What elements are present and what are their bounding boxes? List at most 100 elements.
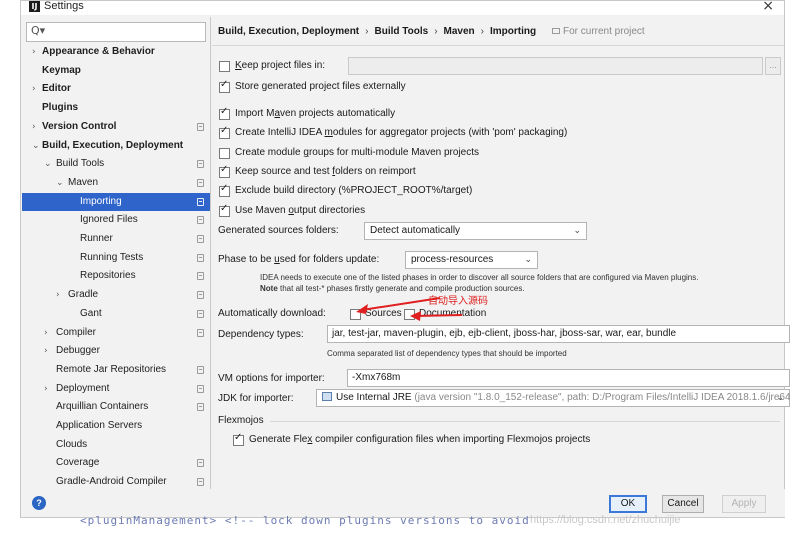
phase-select[interactable]: process-resources ⌄	[405, 251, 538, 269]
settings-window: IJ Settings × Q▾ › Appearance & Behavior K…	[20, 0, 790, 518]
jdk-detail: (java version "1.8.0_152-release", path:…	[414, 392, 790, 403]
close-button[interactable]: ×	[762, 0, 774, 14]
sidebar-item-label: Application Servers	[56, 420, 143, 431]
exclude-build-label: Exclude build directory (%PROJECT_ROOT%/…	[235, 185, 473, 196]
flexmojos-divider	[270, 421, 780, 422]
dep-types-label: Dependency types:	[218, 329, 304, 340]
breadcrumb-item: Build Tools	[374, 26, 429, 37]
project-settings-icon	[197, 122, 204, 131]
sidebar-item-running-tests[interactable]: Running Tests	[22, 249, 210, 267]
sidebar-item-coverage[interactable]: Coverage	[22, 454, 210, 472]
documentation-checkbox[interactable]	[404, 309, 415, 320]
sidebar-item-clouds[interactable]: Clouds	[22, 436, 210, 454]
chevron-down-icon[interactable]: ⌄	[32, 137, 40, 155]
scope-label: For current project	[552, 26, 645, 37]
search-box[interactable]: Q▾	[26, 22, 206, 42]
browse-button[interactable]: ...	[765, 57, 781, 75]
module-groups-checkbox[interactable]	[219, 148, 230, 159]
chevron-down-icon[interactable]: ⌄	[56, 174, 64, 192]
sidebar-item-debugger[interactable]: › Debugger	[22, 342, 210, 360]
ok-button[interactable]: OK	[609, 495, 647, 513]
jdk-select[interactable]: Use Internal JRE (java version "1.8.0_15…	[316, 389, 790, 407]
sidebar-item-plugins[interactable]: Plugins	[22, 99, 210, 117]
exclude-build-checkbox[interactable]	[219, 183, 230, 197]
sidebar-item-label: Repositories	[80, 270, 136, 282]
importing-panel: Build, Execution, Deployment › Build Tools…	[212, 17, 790, 489]
sidebar-item-label: Appearance & Behavior	[42, 46, 155, 57]
dep-types-field[interactable]: jar, test-jar, maven-plugin, ejb, ejb-cl…	[327, 325, 790, 343]
sidebar-item-application-servers[interactable]: Application Servers	[22, 417, 210, 435]
vm-options-label: VM options for importer:	[218, 373, 325, 384]
sources-checkbox[interactable]	[350, 309, 361, 320]
sidebar-item-keymap[interactable]: Keymap	[22, 62, 210, 80]
breadcrumb-item: Build, Execution, Deployment	[218, 26, 360, 37]
sidebar-item-build-tools[interactable]: ⌄ Build Tools	[22, 155, 210, 173]
apply-button[interactable]: Apply	[722, 495, 766, 513]
sidebar-item-arquillian-containers[interactable]: Arquillian Containers	[22, 398, 210, 416]
sidebar-item-ignored-files[interactable]: Ignored Files	[22, 211, 210, 229]
chevron-right-icon[interactable]: ›	[44, 342, 48, 360]
flexmojos-checkbox[interactable]	[233, 432, 244, 446]
chevron-down-icon[interactable]: ⌄	[44, 155, 52, 173]
sidebar-item-editor[interactable]: › Editor	[22, 80, 210, 98]
project-settings-icon	[197, 459, 204, 468]
project-settings-icon	[197, 160, 204, 169]
project-files-path-field[interactable]	[348, 57, 763, 75]
sidebar-item-gant[interactable]: Gant	[22, 305, 210, 323]
chevron-right-icon[interactable]: ›	[56, 286, 60, 304]
sidebar-item-label: Clouds	[56, 438, 88, 450]
phase-value: process-resources	[411, 254, 494, 265]
sidebar-item-label: Plugins	[42, 102, 79, 114]
sidebar-item-runner[interactable]: Runner	[22, 230, 210, 248]
project-settings-icon	[197, 328, 204, 337]
search-input[interactable]	[49, 25, 199, 39]
sidebar-item-deployment[interactable]: › Deployment	[22, 380, 210, 398]
create-modules-checkbox[interactable]	[219, 125, 230, 139]
project-settings-icon	[197, 197, 204, 206]
sidebar-item-build-execution-deployment[interactable]: ⌄ Build, Execution, Deployment	[22, 137, 210, 155]
sidebar-item-label: Runner	[80, 233, 113, 244]
intellij-icon: IJ	[29, 1, 40, 12]
sidebar-item-label: Arquillian Containers	[56, 401, 149, 413]
sidebar-item-compiler[interactable]: › Compiler	[22, 324, 210, 342]
chevron-right-icon[interactable]: ›	[32, 43, 36, 61]
watermark: https://blog.csdn.net/zhuchuijie	[530, 514, 681, 526]
sidebar-item-maven[interactable]: ⌄ Maven	[22, 174, 210, 192]
import-auto-checkbox[interactable]	[219, 106, 230, 120]
keep-source-checkbox[interactable]	[219, 164, 230, 178]
use-output-checkbox[interactable]	[219, 203, 230, 217]
gen-sources-label: Generated sources folders:	[218, 225, 339, 236]
flexmojos-label: Generate Flex compiler configuration fil…	[249, 434, 591, 445]
gen-sources-select[interactable]: Detect automatically ⌄	[364, 222, 587, 240]
sidebar-item-appearance-behavior[interactable]: › Appearance & Behavior	[22, 43, 210, 61]
phase-label: Phase to be used for folders update:	[218, 254, 380, 265]
annotation-text: 自动导入源码	[428, 296, 488, 307]
sidebar-item-label: Debugger	[56, 345, 100, 357]
sidebar-item-label: Remote Jar Repositories	[56, 363, 167, 375]
sources-label: Sources	[365, 308, 402, 319]
sidebar-item-label: Gradle	[68, 289, 99, 301]
breadcrumb-item: Maven	[443, 26, 475, 37]
keep-files-checkbox[interactable]	[219, 61, 230, 72]
sidebar-item-gradle[interactable]: › Gradle	[22, 286, 210, 304]
store-external-checkbox[interactable]	[219, 79, 230, 93]
sidebar-item-importing[interactable]: Importing	[22, 192, 210, 211]
chevron-right-icon[interactable]: ›	[32, 80, 36, 98]
project-settings-icon	[197, 272, 204, 281]
sidebar-item-repositories[interactable]: Repositories	[22, 267, 210, 285]
store-external-label: Store generated project files externally	[235, 81, 406, 92]
sidebar-item-version-control[interactable]: › Version Control	[22, 118, 210, 136]
settings-sidebar: Q▾ › Appearance & Behavior Keymap › Editor Pl…	[22, 17, 211, 489]
module-groups-label: Create module groups for multi-module Ma…	[235, 147, 480, 158]
chevron-right-icon[interactable]: ›	[44, 324, 48, 342]
chevron-down-icon: ⌄	[573, 226, 581, 236]
chevron-right-icon[interactable]: ›	[44, 380, 48, 398]
scope-text: For current project	[563, 26, 645, 37]
sidebar-item-remote-jar-repositories[interactable]: Remote Jar Repositories	[22, 361, 210, 379]
vm-options-field[interactable]: -Xmx768m	[347, 369, 790, 387]
help-button[interactable]: ?	[32, 496, 46, 510]
sidebar-item-label: Editor	[42, 83, 71, 95]
cancel-button[interactable]: Cancel	[662, 495, 704, 513]
project-settings-icon	[197, 365, 204, 374]
chevron-right-icon[interactable]: ›	[32, 118, 36, 136]
